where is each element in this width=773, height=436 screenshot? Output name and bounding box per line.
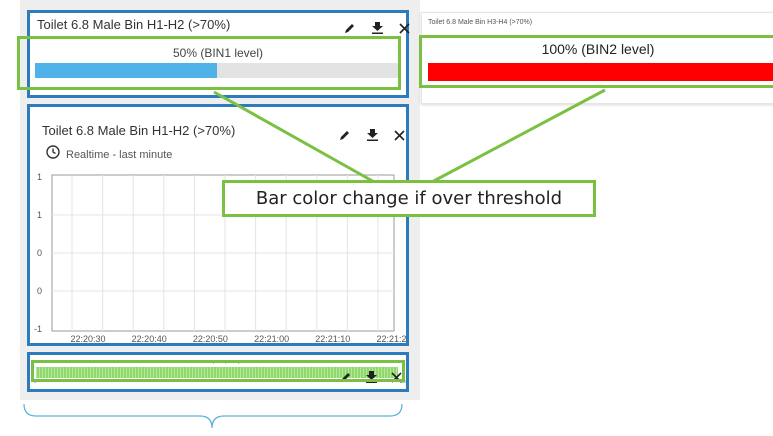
callout-box: Bar color change if over threshold <box>222 180 596 217</box>
callout-text: Bar color change if over threshold <box>255 188 563 209</box>
connector-line-right <box>429 88 606 185</box>
bottom-bracket <box>23 403 403 429</box>
connector-line-left <box>213 90 377 185</box>
callout-connectors <box>23 88 606 429</box>
